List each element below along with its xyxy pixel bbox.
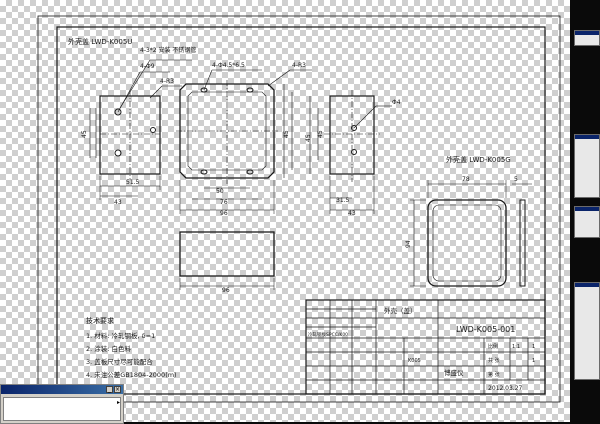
right-panel-tab[interactable]	[574, 206, 600, 238]
floating-panel[interactable]: _ × ▸	[0, 384, 124, 424]
dim-45-right: 45	[305, 134, 312, 142]
dim-51-5: 51.5	[126, 179, 140, 186]
bottom-view	[179, 231, 275, 290]
right-panel-tab[interactable]	[574, 30, 600, 46]
tb-company: 博盛仪	[444, 368, 464, 377]
expand-arrow-icon[interactable]: ▸	[117, 399, 120, 406]
callout-r3-left: 4-R3	[160, 78, 174, 85]
floating-panel-body	[3, 397, 121, 421]
canvas-area[interactable]: 外壳盖 LWD-K005U 4-3*2 安装 不锈钢管 4-Φ9 4-R3 4-…	[0, 0, 570, 422]
right-panel-tab[interactable]	[574, 282, 600, 380]
dim-96: 96	[220, 210, 228, 217]
top-left-label: 外壳盖 LWD-K005U	[68, 37, 132, 46]
title-block	[305, 299, 546, 395]
tb-unit-label: 第 张	[488, 371, 500, 378]
minimize-button[interactable]: _	[106, 386, 113, 393]
cover-view	[410, 180, 532, 287]
dim-31-5: 31.5	[336, 197, 350, 204]
tb-part-name: 外壳（盖）	[384, 306, 417, 315]
callout-hole-4: Φ4	[392, 99, 401, 106]
center-view	[176, 69, 312, 214]
dim-45-right2: 45	[317, 130, 324, 138]
note-item: 2. 涂装: 白色料	[86, 344, 132, 353]
notes-title: 技术要求	[86, 316, 114, 325]
dim-43-right: 43	[348, 210, 356, 217]
dim-78: 78	[462, 176, 470, 183]
callout-r3-center: 4-R3	[292, 62, 306, 69]
dim-45-center: 45	[283, 130, 290, 138]
right-panel-tab[interactable]	[574, 134, 600, 198]
note-item: 4. 未注公差GB1804-2000(m)	[86, 370, 177, 379]
tb-scale-value: 1:1	[512, 344, 520, 350]
dim-76: 76	[220, 199, 228, 206]
callout-install: 4-3*2 安装 不锈钢管	[140, 46, 196, 54]
tb-sheet-label: 共 张	[488, 357, 500, 364]
dim-45-left: 45	[81, 130, 88, 138]
tb-scale-label: 比例	[488, 343, 498, 350]
note-item: 1. 材料: 冷轧钢板, δ=1	[86, 331, 155, 340]
tb-drawing-no: LWD-K005-001	[456, 325, 515, 334]
dim-94: 94	[405, 240, 412, 248]
callout-hole-9: 4-Φ9	[140, 63, 155, 70]
tb-sheet-value: 1	[532, 358, 535, 364]
dim-50: 50	[216, 188, 224, 195]
dim-5: 5	[514, 176, 518, 183]
right-view	[309, 90, 392, 214]
tb-date: 2012.03.27	[488, 385, 523, 392]
left-view	[89, 59, 192, 200]
tb-material: 冷轧钢板SPCC/K00	[308, 331, 348, 338]
floating-panel-titlebar[interactable]: _ ×	[1, 385, 123, 394]
note-item: 3. 盖板尺寸尽可能配合	[86, 357, 153, 366]
tb-weight: 1	[532, 344, 535, 350]
callout-slot: 4-Φ4.5*6.5	[212, 62, 245, 69]
dim-96-bottom: 96	[222, 287, 230, 294]
right-view-label: 外壳盖 LWD-K005G	[446, 155, 511, 164]
close-button[interactable]: ×	[114, 386, 121, 393]
engineering-drawing: 外壳盖 LWD-K005U 4-3*2 安装 不锈钢管 4-Φ9 4-R3 4-…	[37, 15, 561, 403]
dim-43-left: 43	[114, 199, 122, 206]
tb-sub-code: K005	[408, 358, 421, 364]
